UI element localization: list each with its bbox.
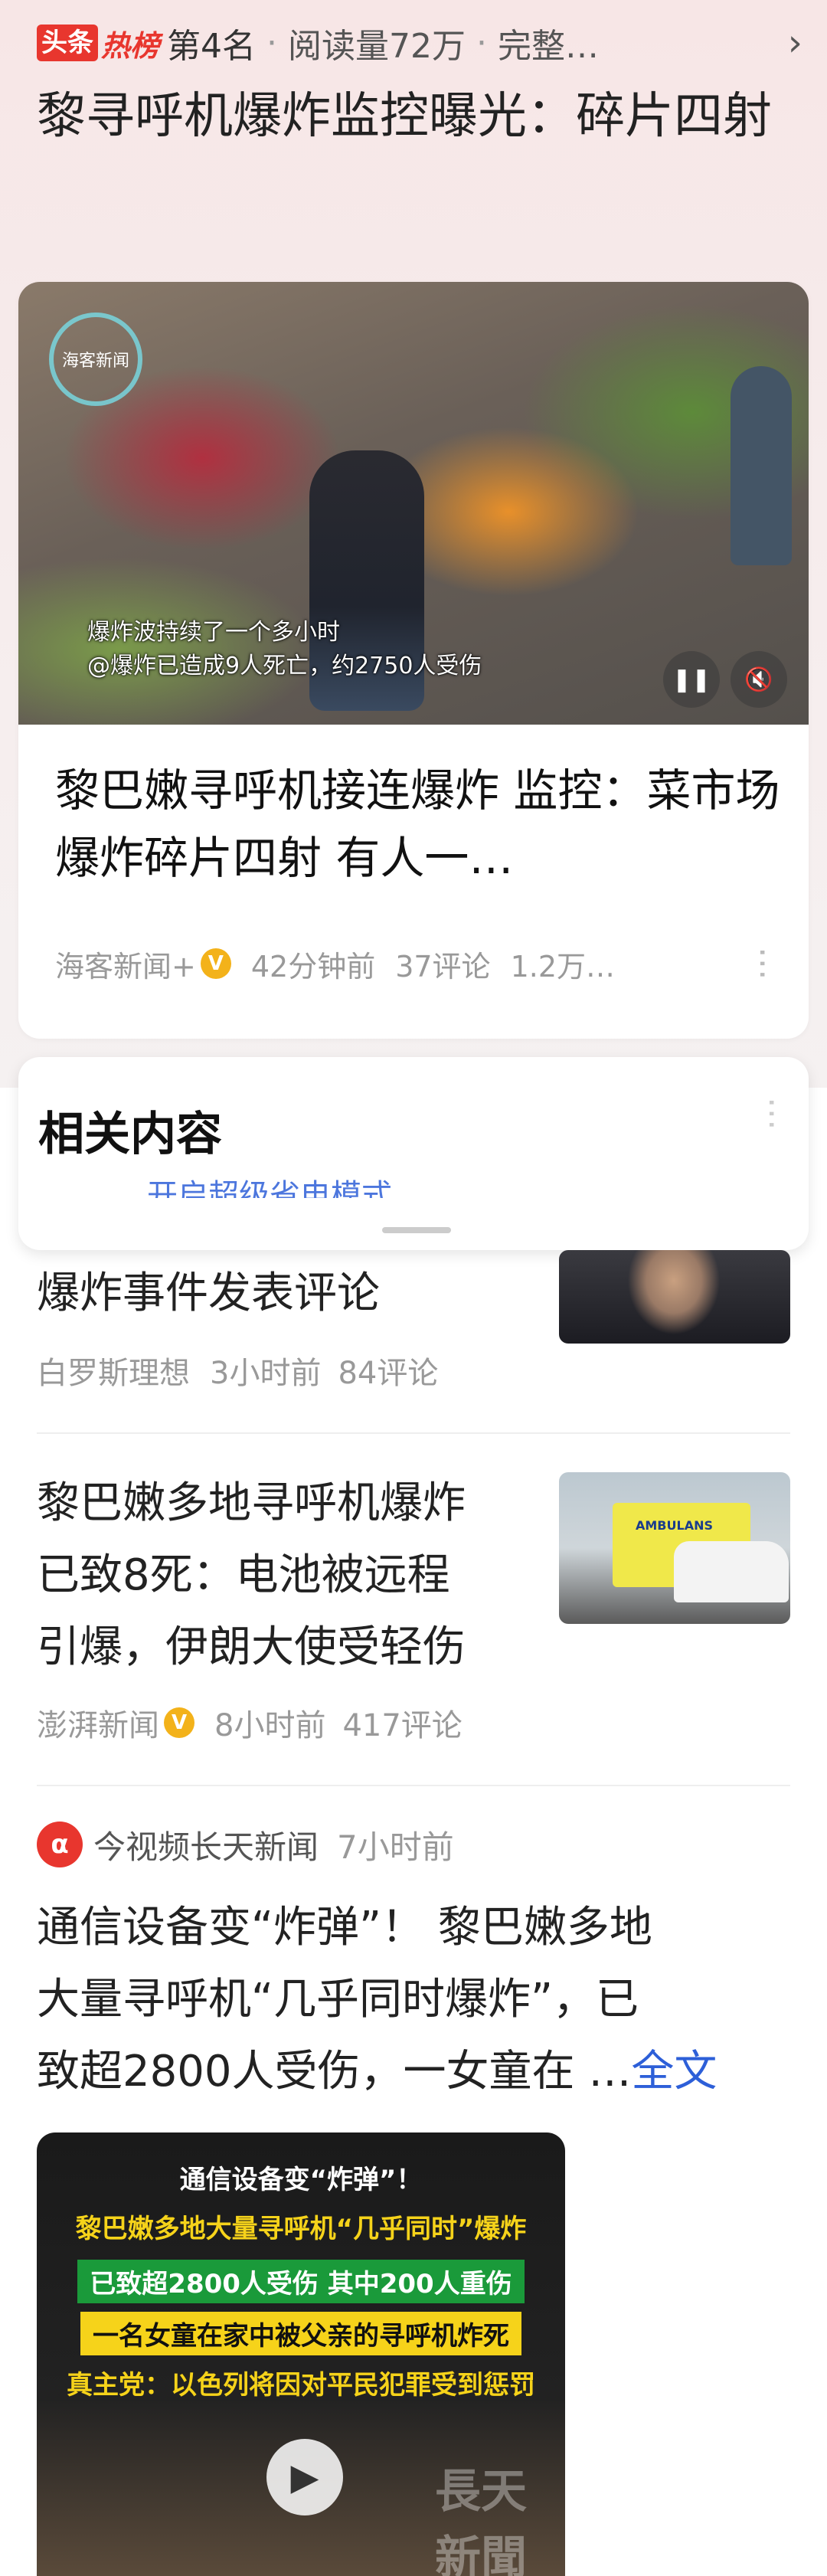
post-text-line: 大量寻呼机“几乎同时爆炸”，已 — [37, 1975, 639, 2024]
related-content-panel[interactable]: 相关内容 ⋯ 开启超级省电模式 — [18, 1057, 809, 1250]
article-title-line[interactable]: 已致8死：电池被远程 — [37, 1540, 557, 1612]
hot-list-bar[interactable]: 头条 热榜 第4名 · 阅读量72万 · 完整… › — [37, 15, 802, 70]
video-overlay-box: 一名女童在家中被父亲的寻呼机炸死 — [37, 2312, 565, 2355]
article-source: 白罗斯理想 — [37, 1356, 190, 1391]
article-thumbnail[interactable] — [559, 1250, 790, 1344]
post-source[interactable]: 今视频长天新闻 — [93, 1822, 319, 1868]
read-count: 阅读量72万 — [288, 27, 466, 66]
separator-dot: · — [476, 23, 488, 63]
complete-link[interactable]: 完整… — [498, 18, 599, 67]
video-overlay-text: 黎巴嫩多地大量寻呼机“几乎同时”爆炸 — [75, 2214, 527, 2244]
video-figure — [731, 366, 792, 565]
post-video[interactable]: 通信设备变“炸弹”！ 黎巴嫩多地大量寻呼机“几乎同时”爆炸 已致超2800人受伤… — [37, 2132, 565, 2576]
post-text-line: 通信设备变“炸弹”！ 黎巴嫩多地 — [37, 1903, 652, 1952]
post-time: 7小时前 — [337, 1828, 454, 1866]
video-caption: 爆炸波持续了一个多小时 — [87, 619, 340, 646]
related-title: 相关内容 — [38, 1108, 222, 1161]
card-title[interactable]: 黎巴嫩寻呼机接连爆炸 监控：菜市场爆炸碎片四射 有人一… — [55, 757, 783, 892]
separator-dot: · — [266, 23, 278, 63]
card-comments: 37评论 — [395, 949, 491, 984]
more-options-icon[interactable]: ⋯ — [753, 1097, 792, 1131]
drag-handle[interactable] — [382, 1227, 451, 1233]
hot-topic-headline[interactable]: 黎寻呼机爆炸监控曝光：碎片四射 — [37, 80, 795, 152]
divider — [37, 1785, 790, 1786]
video-caption: @爆炸已造成9人死亡，约2750人受伤 — [87, 653, 482, 679]
article-source: 澎湃新闻 — [37, 1708, 159, 1743]
video-overlay-text: 通信设备变“炸弹”！ — [179, 2165, 423, 2195]
post-text[interactable]: 通信设备变“炸弹”！ 黎巴嫩多地 大量寻呼机“几乎同时爆炸”，已 致超2800人… — [37, 1892, 795, 2108]
play-icon[interactable]: ▶ — [266, 2439, 343, 2515]
article-time: 3小时前 — [210, 1356, 322, 1391]
article-title[interactable]: 爆炸事件发表评论 — [37, 1258, 542, 1330]
video-overlay-text: 一名女童在家中被父亲的寻呼机炸死 — [80, 2312, 521, 2355]
ambulance-label: AMBULANS — [636, 1518, 713, 1533]
chevron-right-icon[interactable]: › — [788, 21, 802, 64]
toutiao-logo: 头条 — [37, 25, 98, 61]
article-thumbnail[interactable]: AMBULANS — [559, 1472, 790, 1624]
video-overlay-text: 已致超2800人受伤 其中200人重伤 — [77, 2260, 525, 2303]
hot-rank: 第4名 — [167, 27, 257, 66]
verified-badge-icon: V — [200, 948, 231, 979]
hot-list-logo: 热榜 — [101, 28, 160, 63]
card-meta: 海客新闻+ V 42分钟前 37评论 1.2万… ⋯ — [55, 941, 783, 987]
article-time: 8小时前 — [214, 1708, 326, 1743]
post-text-line: 致超2800人受伤，一女童在 … — [37, 2047, 632, 2096]
post-source-row[interactable]: α 今视频长天新闻 7小时前 — [37, 1817, 454, 1872]
card-views: 1.2万… — [510, 949, 615, 984]
article-title-line[interactable]: 黎巴嫩多地寻呼机爆炸 — [37, 1468, 557, 1540]
article-comments: 417评论 — [342, 1708, 463, 1743]
full-text-link[interactable]: 全文 — [631, 2047, 717, 2096]
video-player[interactable]: 海客新闻 爆炸波持续了一个多小时 @爆炸已造成9人死亡，约2750人受伤 ❚❚ … — [18, 282, 809, 725]
video-channel-logo: 海客新闻 — [49, 313, 142, 406]
article-meta: 白罗斯理想 3小时前 84评论 — [37, 1348, 438, 1393]
post-text-line-last: 致超2800人受伤，一女童在 …全文 — [37, 2036, 795, 2108]
article-meta: 澎湃新闻 V 8小时前 417评论 — [37, 1700, 463, 1745]
pause-icon[interactable]: ❚❚ — [663, 651, 720, 708]
divider — [37, 1432, 790, 1434]
article-title-line[interactable]: 引爆，伊朗大使受轻伤 — [37, 1612, 557, 1684]
article-comments: 84评论 — [338, 1356, 439, 1391]
car-shape — [674, 1541, 789, 1602]
power-saving-prompt[interactable]: 开启超级省电模式 — [147, 1170, 392, 1198]
card-source[interactable]: 海客新闻+ — [55, 943, 196, 985]
verified-badge-icon: V — [164, 1707, 194, 1738]
mute-icon[interactable]: 🔇 — [731, 651, 787, 708]
more-options-icon[interactable]: ⋯ — [744, 947, 783, 980]
watermark: 長天新聞 — [435, 2465, 527, 2576]
card-time: 42分钟前 — [250, 949, 376, 984]
video-overlay-text: 真主党：以色列将因对平民犯罪受到惩罚 — [67, 2370, 535, 2401]
video-overlay-box: 已致超2800人受伤 其中200人重伤 — [37, 2260, 565, 2303]
video-news-card[interactable]: 海客新闻 爆炸波持续了一个多小时 @爆炸已造成9人死亡，约2750人受伤 ❚❚ … — [18, 282, 809, 1039]
channel-logo-icon: α — [37, 1822, 83, 1867]
